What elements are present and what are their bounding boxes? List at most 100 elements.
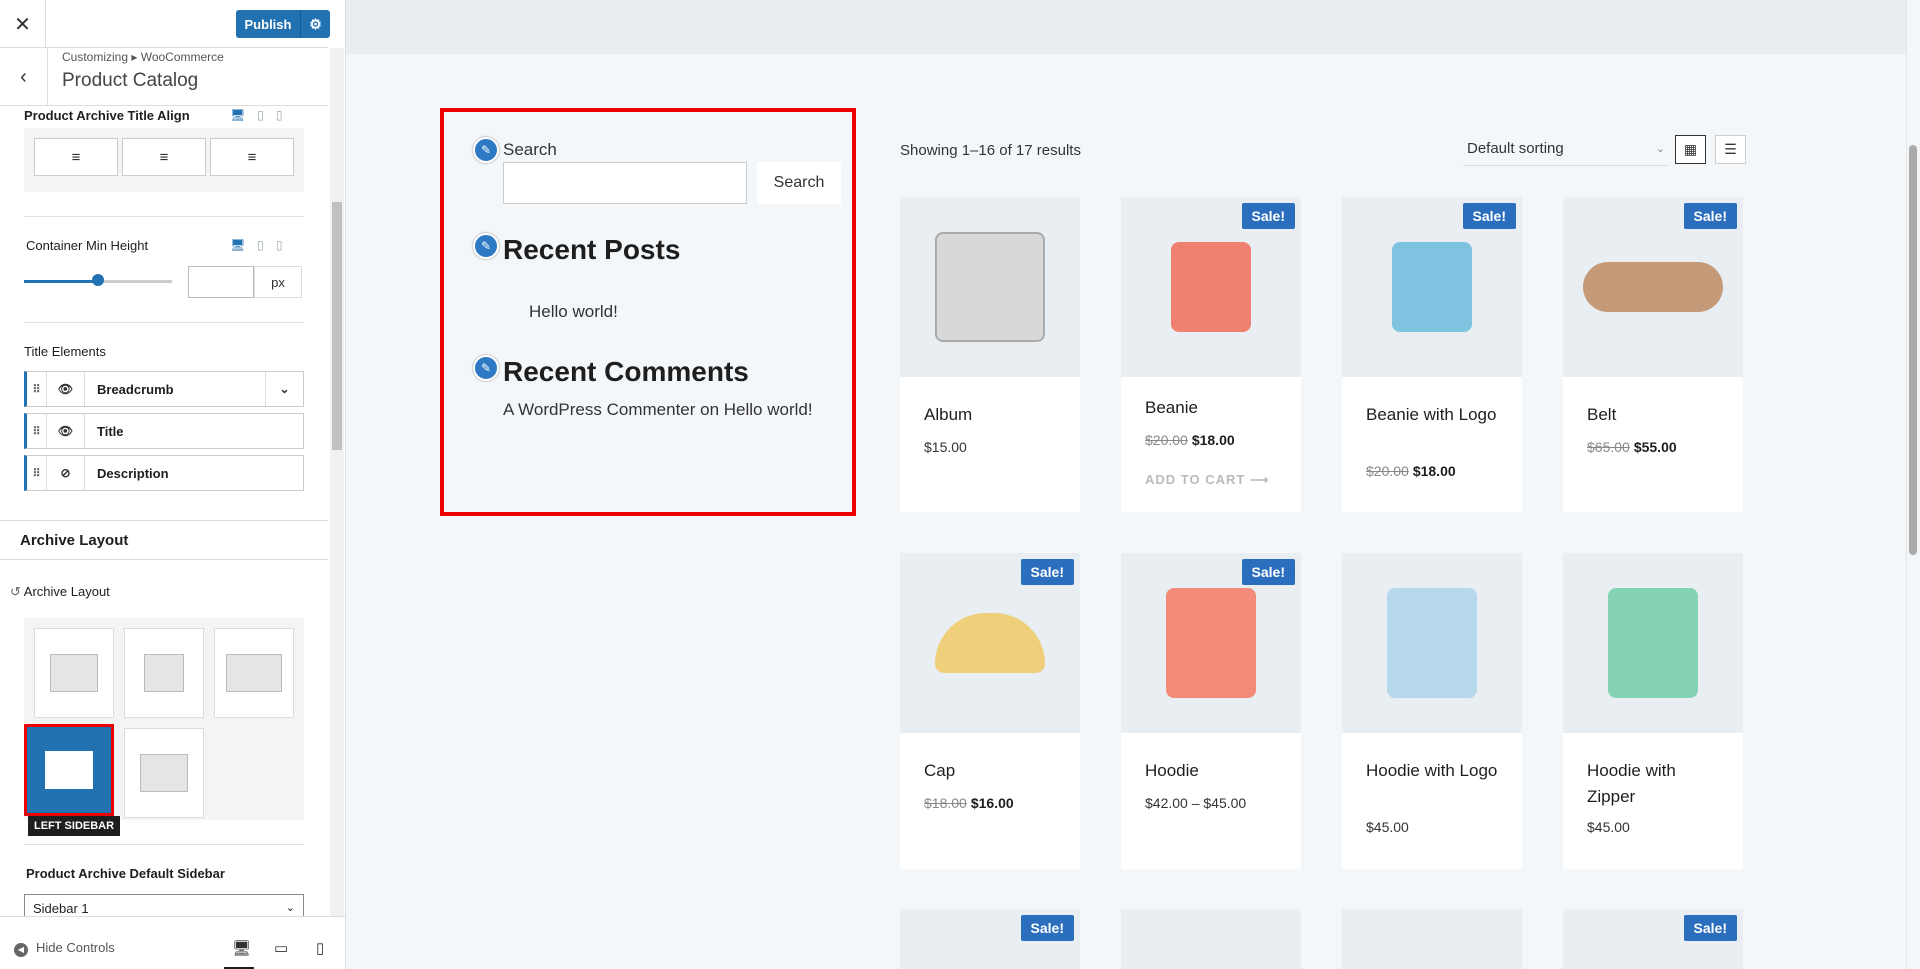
product-name[interactable]: Beanie <box>1145 395 1285 421</box>
product-card[interactable]: Sale! Hoodie $42.00 – $45.00 <box>1121 553 1301 869</box>
recent-post-link[interactable]: Hello world! <box>529 302 618 322</box>
belt-image <box>1583 262 1723 312</box>
customizer-header: ✕ Publish ⚙ <box>0 0 330 48</box>
sort-select[interactable]: Default sorting ⌄ <box>1463 138 1669 166</box>
sale-badge: Sale! <box>1683 915 1737 941</box>
product-card[interactable]: Sale! Beanie with Logo $20.00 $18.00 <box>1342 197 1522 512</box>
publish-label: Publish <box>244 16 292 32</box>
edit-pencil-icon[interactable]: ✎ <box>473 355 499 381</box>
sale-badge: Sale! <box>1683 203 1737 229</box>
product-card[interactable] <box>1121 909 1301 969</box>
drag-handle-icon[interactable]: ⠿ <box>27 456 47 490</box>
preview-desktop-icon[interactable]: 🖥 <box>223 939 255 969</box>
align-center-button[interactable]: ≡ <box>122 138 206 176</box>
search-input[interactable] <box>503 162 747 204</box>
sale-price: $16.00 <box>970 795 1014 811</box>
product-name[interactable]: Hoodie <box>1145 758 1285 784</box>
product-image[interactable] <box>1121 909 1301 969</box>
eye-icon[interactable]: 👁 <box>47 372 85 406</box>
product-name[interactable]: Hoodie with Logo <box>1366 758 1506 784</box>
tablet-icon[interactable]: ▯ <box>257 108 264 122</box>
close-icon[interactable]: ✕ <box>0 0 46 48</box>
default-sidebar-label: Product Archive Default Sidebar <box>26 866 225 881</box>
search-button[interactable]: Search <box>757 162 841 204</box>
preview-tablet-icon[interactable]: ▭ <box>274 939 288 957</box>
sidebar-scroll-thumb[interactable] <box>332 202 342 450</box>
add-to-cart-button[interactable]: ADD TO CART ⟶ <box>1145 472 1270 488</box>
sort-value: Default sorting <box>1467 140 1564 157</box>
product-card[interactable]: Sale! <box>900 909 1080 969</box>
edit-pencil-icon[interactable]: ✎ <box>473 233 499 259</box>
eye-hidden-icon[interactable]: ⊘ <box>47 456 85 490</box>
panel-title: Product Catalog <box>62 70 199 91</box>
layout-option-right-sidebar[interactable] <box>124 728 204 818</box>
title-element-description[interactable]: ⠿ ⊘ Description <box>24 455 304 491</box>
container-min-height-label: Container Min Height <box>26 238 149 253</box>
product-image[interactable] <box>1342 553 1522 733</box>
layout-option-fullwidth[interactable] <box>214 628 294 718</box>
desktop-icon[interactable]: 🖥 <box>230 108 245 122</box>
eye-icon[interactable]: 👁 <box>47 414 85 448</box>
product-card[interactable]: Sale! <box>1563 909 1743 969</box>
slider-handle[interactable] <box>92 274 104 286</box>
back-icon[interactable]: ‹ <box>0 48 48 106</box>
align-buttons: ≡ ≡ ≡ <box>24 128 304 192</box>
product-image[interactable] <box>900 197 1080 377</box>
title-element-title[interactable]: ⠿ 👁 Title <box>24 413 304 449</box>
sale-badge: Sale! <box>1241 559 1295 585</box>
hide-controls-button[interactable]: ◀ Hide Controls <box>14 940 115 957</box>
product-card[interactable]: Sale! Beanie $20.00 $18.00 ADD TO CART ⟶ <box>1121 197 1301 512</box>
search-widget-label: Search <box>503 140 557 159</box>
tablet-icon[interactable]: ▯ <box>257 238 264 252</box>
align-left-button[interactable]: ≡ <box>34 138 118 176</box>
product-image[interactable] <box>1563 553 1743 733</box>
product-price: $18.00 $16.00 <box>924 795 1014 811</box>
product-name[interactable]: Beanie with Logo <box>1366 402 1506 428</box>
layout-option-narrow[interactable] <box>124 628 204 718</box>
default-sidebar-select[interactable]: Sidebar 1 ⌄ <box>24 894 304 916</box>
product-card[interactable]: Sale! Cap $18.00 $16.00 <box>900 553 1080 869</box>
list-view-icon[interactable]: ☰ <box>1715 135 1746 164</box>
layout-option-default[interactable] <box>34 628 114 718</box>
product-card[interactable] <box>1342 909 1522 969</box>
grid-view-icon[interactable]: ▦ <box>1675 135 1706 164</box>
layout-option-left-sidebar[interactable] <box>24 724 114 816</box>
old-price: $20.00 <box>1366 463 1409 479</box>
default-sidebar-value: Sidebar 1 <box>33 901 89 916</box>
drag-handle-icon[interactable]: ⠿ <box>27 372 47 406</box>
drag-handle-icon[interactable]: ⠿ <box>27 414 47 448</box>
product-card[interactable]: Sale! Belt $65.00 $55.00 <box>1563 197 1743 512</box>
recent-comment-item[interactable]: A WordPress Commenter on Hello world! <box>503 400 813 420</box>
product-name[interactable]: Album <box>924 402 1064 428</box>
product-image[interactable] <box>1342 909 1522 969</box>
chevron-down-icon[interactable]: ⌄ <box>265 372 303 406</box>
beanie-logo-image <box>1392 242 1472 332</box>
sidebar-scrollbar[interactable] <box>330 48 344 918</box>
gear-icon[interactable]: ⚙ <box>300 10 330 38</box>
product-card[interactable]: Album $15.00 <box>900 197 1080 512</box>
edit-pencil-icon[interactable]: ✎ <box>473 137 499 163</box>
mobile-icon[interactable]: ▯ <box>276 238 283 252</box>
min-height-input[interactable] <box>188 266 254 298</box>
product-card[interactable]: Hoodie with Zipper $45.00 <box>1563 553 1743 869</box>
product-name[interactable]: Cap <box>924 758 1064 784</box>
breadcrumb-path: Customizing ▸ WooCommerce <box>62 50 224 64</box>
preview-mobile-icon[interactable]: ▯ <box>316 939 324 957</box>
layout-preview-icon <box>144 654 184 692</box>
layout-tooltip: LEFT SIDEBAR <box>28 816 121 836</box>
unit-label[interactable]: px <box>254 266 302 298</box>
desktop-icon[interactable]: 🖥 <box>230 238 245 252</box>
hoodie-image <box>1166 588 1256 698</box>
align-right-button[interactable]: ≡ <box>210 138 294 176</box>
preview-scroll-thumb[interactable] <box>1909 145 1917 555</box>
divider <box>24 844 304 845</box>
publish-button[interactable]: Publish ⚙ <box>236 10 330 38</box>
product-name[interactable]: Hoodie with Zipper <box>1587 758 1727 810</box>
title-elements-label: Title Elements <box>24 344 106 359</box>
mobile-icon[interactable]: ▯ <box>276 108 283 122</box>
product-card[interactable]: Hoodie with Logo $45.00 <box>1342 553 1522 869</box>
product-name[interactable]: Belt <box>1587 402 1727 428</box>
reset-icon[interactable]: ↺ <box>10 584 24 599</box>
title-element-breadcrumb[interactable]: ⠿ 👁 Breadcrumb ⌄ <box>24 371 304 407</box>
site-header <box>346 0 1906 54</box>
